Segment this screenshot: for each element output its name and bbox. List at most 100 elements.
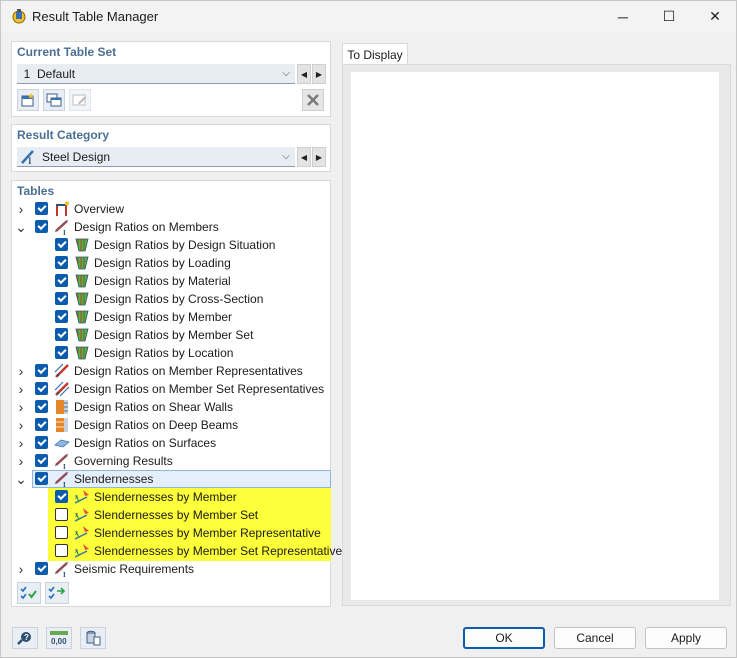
help-button[interactable]: ? (12, 627, 38, 649)
result-table-manager-window: Result Table Manager ─ ☐ ✕ Current Table… (0, 0, 737, 658)
table-tree-item[interactable]: ⌄ I Slendernesses (12, 470, 330, 490)
table-tree-item[interactable]: Design Ratios by Design Situation (12, 236, 330, 254)
table-checkbox[interactable] (35, 364, 48, 377)
design-ratio-icon (74, 255, 90, 271)
new-table-set-button[interactable] (17, 89, 39, 111)
table-tree-item[interactable]: Design Ratios by Loading (12, 254, 330, 272)
table-tree-item[interactable]: Design Ratios by Location (12, 344, 330, 362)
table-tree-item-label: Design Ratios on Surfaces (74, 436, 217, 450)
table-checkbox[interactable] (55, 292, 68, 305)
uncheck-all-button[interactable] (45, 582, 69, 604)
table-tree-item-label: Slendernesses by Member (94, 490, 237, 504)
delete-table-set-button[interactable] (302, 89, 324, 111)
table-tree-item[interactable]: x Slendernesses by Member Set (12, 506, 330, 524)
table-checkbox[interactable] (35, 436, 48, 449)
table-checkbox[interactable] (35, 454, 48, 467)
member-icon: I (54, 453, 70, 471)
table-tree-item[interactable]: x Slendernesses by Member Set Representat… (12, 542, 342, 560)
apply-button[interactable]: Apply (645, 627, 727, 649)
result-category-combo[interactable]: I Steel Design ⌵ (17, 147, 295, 167)
table-checkbox[interactable] (55, 328, 68, 341)
table-checkbox[interactable] (55, 508, 68, 521)
svg-text:I: I (63, 229, 66, 235)
chevron-right-icon[interactable]: › (16, 416, 26, 434)
table-checkbox[interactable] (35, 382, 48, 395)
minimize-button[interactable]: ─ (600, 1, 646, 32)
window-title: Result Table Manager (32, 9, 159, 24)
table-checkbox[interactable] (55, 490, 68, 503)
check-all-button[interactable] (17, 582, 41, 604)
close-button[interactable]: ✕ (692, 1, 737, 32)
result-category-next-button[interactable]: ▶ (312, 147, 326, 167)
copy-table-set-button[interactable] (43, 89, 65, 111)
table-checkbox[interactable] (55, 346, 68, 359)
table-checkbox[interactable] (35, 400, 48, 413)
table-checkbox[interactable] (35, 562, 48, 575)
table-set-prev-button[interactable]: ◀ (297, 64, 311, 84)
table-tree-item[interactable]: › Design Ratios on Shear Walls (12, 398, 330, 416)
table-checkbox[interactable] (55, 274, 68, 287)
ok-button[interactable]: OK (463, 627, 545, 649)
table-tree-item[interactable]: › Design Ratios on Deep Beams (12, 416, 330, 434)
table-tree-item-label: Design Ratios on Member Set Representati… (74, 382, 325, 396)
table-tree-item[interactable]: Design Ratios by Material (12, 272, 330, 290)
chevron-down-icon[interactable]: ⌄ (15, 218, 27, 236)
table-tree-item-label: Design Ratios by Design Situation (94, 238, 276, 252)
table-checkbox[interactable] (55, 256, 68, 269)
slenderness-icon: x (74, 489, 90, 505)
table-tree-item-label: Slendernesses (74, 472, 154, 486)
table-tree-item-label: Seismic Requirements (74, 562, 195, 576)
table-tree-item[interactable]: x Slendernesses by Member (12, 488, 330, 506)
chevron-right-icon[interactable]: › (16, 380, 26, 398)
tab-to-display[interactable]: To Display (342, 43, 408, 65)
slenderness-icon: x (74, 543, 90, 559)
table-tree-item-label: Design Ratios by Member (94, 310, 233, 324)
table-set-next-button[interactable]: ▶ (312, 64, 326, 84)
chevron-right-icon[interactable]: › (16, 362, 26, 380)
table-checkbox[interactable] (55, 526, 68, 539)
chevron-right-icon[interactable]: › (16, 560, 26, 578)
table-set-combo[interactable]: 1 Default ⌵ (17, 64, 295, 84)
table-tree-item[interactable]: › Design Ratios on Surfaces (12, 434, 330, 452)
design-ratio-icon (74, 345, 90, 361)
chevron-down-icon: ⌵ (282, 151, 290, 162)
table-checkbox[interactable] (55, 238, 68, 251)
tables-title: Tables (17, 184, 55, 198)
overview-icon (54, 201, 70, 217)
result-category-prev-button[interactable]: ◀ (297, 147, 311, 167)
svg-text:x: x (75, 531, 78, 537)
table-tree-item[interactable]: › Design Ratios on Member Set Representat… (12, 380, 330, 398)
table-checkbox[interactable] (35, 220, 48, 233)
database-button[interactable] (80, 627, 106, 649)
member-icon: I (54, 471, 70, 489)
table-checkbox[interactable] (55, 544, 68, 557)
table-checkbox[interactable] (35, 202, 48, 215)
table-tree-item[interactable]: › I Seismic Requirements (12, 560, 330, 579)
table-tree-item[interactable]: Design Ratios by Cross-Section (12, 290, 330, 308)
table-tree-item[interactable]: Design Ratios by Member (12, 308, 330, 326)
table-tree-item[interactable]: Design Ratios by Member Set (12, 326, 330, 344)
chevron-right-icon[interactable]: › (16, 200, 26, 218)
table-set-number: 1 (23, 66, 31, 81)
table-tree-item[interactable]: x Slendernesses by Member Representative (12, 524, 330, 542)
chevron-down-icon[interactable]: ⌄ (15, 470, 27, 488)
chevron-right-icon[interactable]: › (16, 398, 26, 416)
table-checkbox[interactable] (55, 310, 68, 323)
table-tree-item[interactable]: › I Governing Results (12, 452, 330, 471)
maximize-button[interactable]: ☐ (646, 1, 692, 32)
table-tree-item[interactable]: › Design Ratios on Member Representatives (12, 362, 330, 380)
table-checkbox[interactable] (35, 472, 48, 485)
table-tree-item-label: Design Ratios by Material (94, 274, 231, 288)
table-tree-item[interactable]: ⌄ I Design Ratios on Members (12, 218, 330, 238)
chevron-right-icon[interactable]: › (16, 452, 26, 470)
chevron-right-icon[interactable]: › (16, 434, 26, 452)
database-icon (86, 630, 101, 646)
table-tree-item[interactable]: › Overview (12, 200, 330, 218)
svg-text:I: I (63, 481, 66, 487)
chevron-down-icon: ⌵ (282, 68, 290, 79)
cancel-button[interactable]: Cancel (554, 627, 636, 649)
units-button[interactable]: 0,00 (46, 627, 72, 649)
rename-table-set-button[interactable] (69, 89, 91, 111)
search-help-icon: ? (17, 632, 31, 645)
table-checkbox[interactable] (35, 418, 48, 431)
